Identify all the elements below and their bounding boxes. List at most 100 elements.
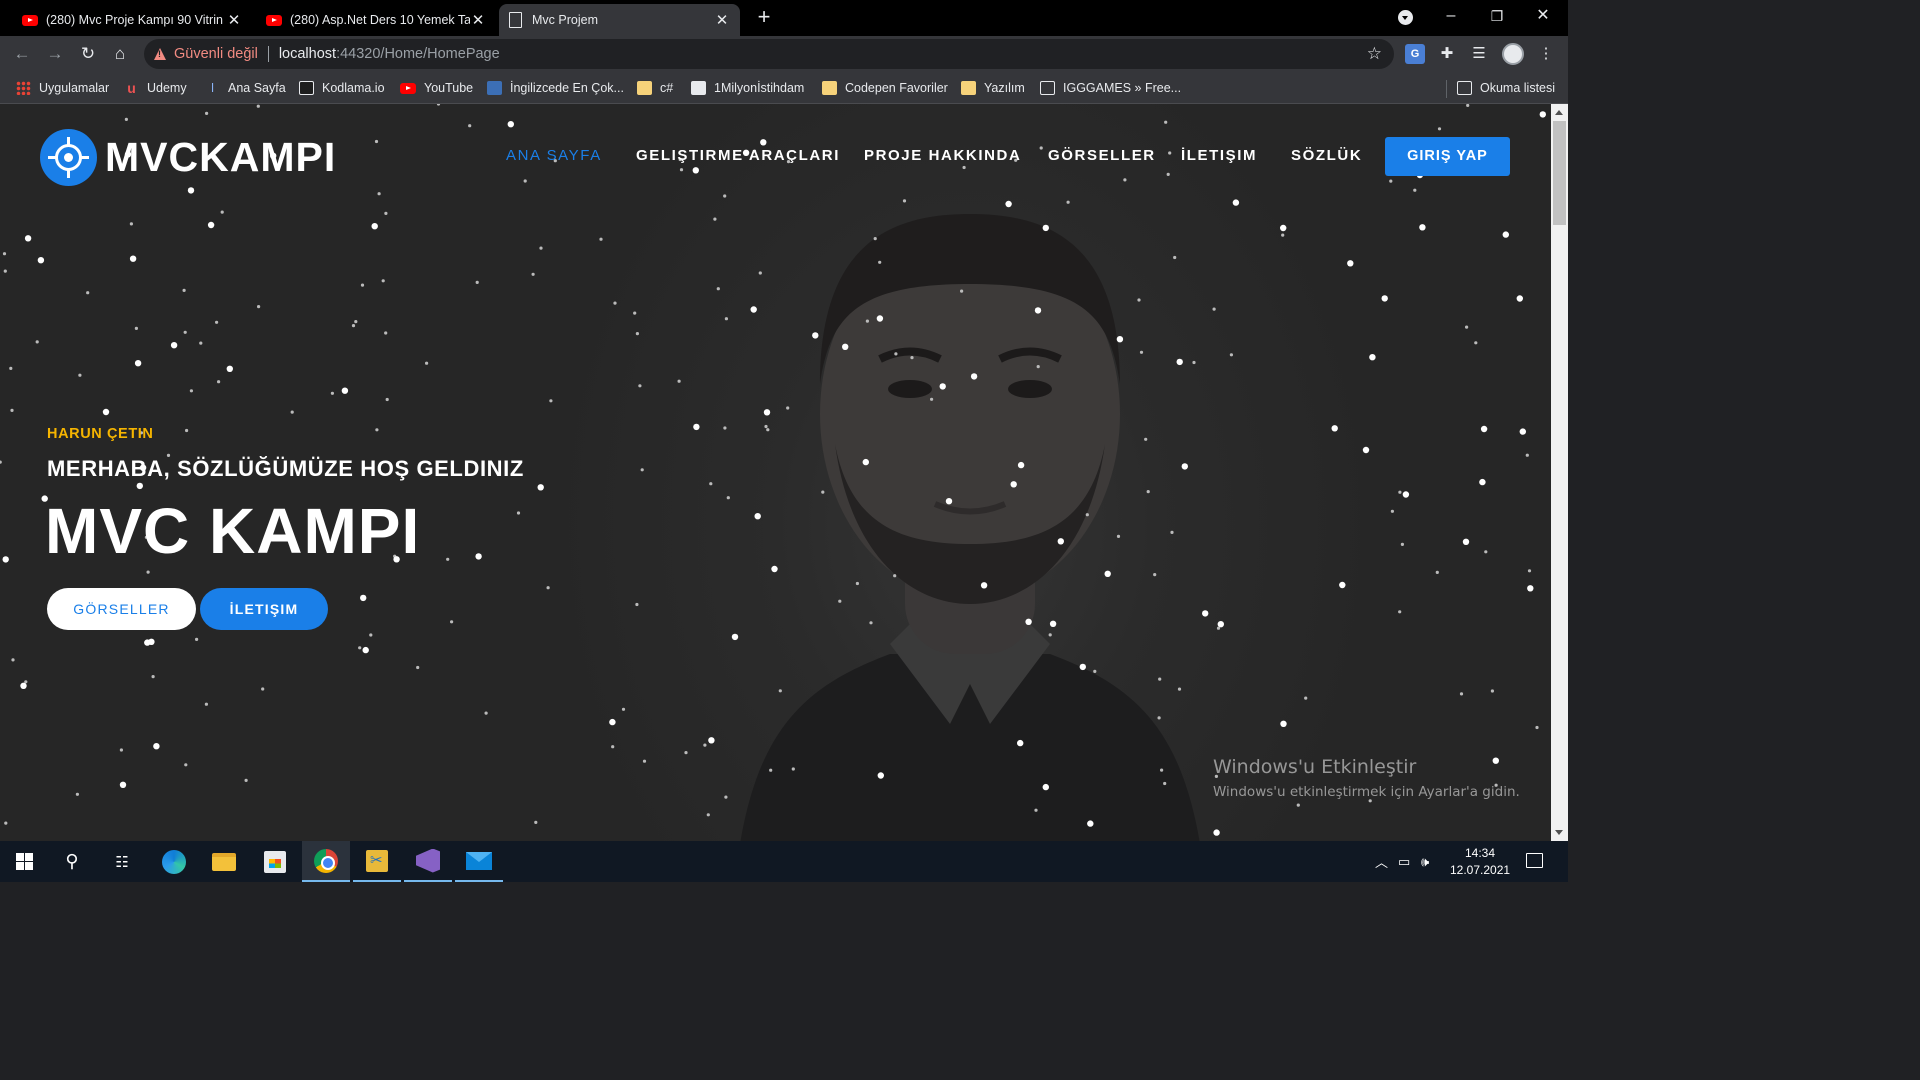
snowflake bbox=[4, 821, 8, 825]
udemy-icon: u bbox=[127, 80, 136, 96]
store-button[interactable] bbox=[251, 841, 299, 882]
browser-toolbar: ← → ↻ ⌂ Güvenli değil localhost:44320/Ho… bbox=[0, 36, 1568, 72]
scroll-down-icon[interactable] bbox=[1555, 830, 1563, 835]
page-scrollbar[interactable] bbox=[1551, 104, 1568, 841]
browser-tab[interactable]: (280) Mvc Proje Kampı 90 Vitrin 2 ✕ bbox=[12, 4, 252, 36]
back-arrow-icon[interactable]: ← bbox=[9, 41, 35, 67]
snowflake bbox=[371, 223, 378, 230]
snowflake bbox=[37, 257, 45, 264]
profile-avatar[interactable] bbox=[1502, 43, 1524, 65]
iletisim-button[interactable]: İLETIŞIM bbox=[200, 588, 328, 630]
mail-button[interactable] bbox=[455, 841, 503, 882]
system-clock[interactable]: 14:34 12.07.2021 bbox=[1450, 845, 1510, 879]
security-label[interactable]: Güvenli değil bbox=[174, 46, 258, 62]
close-tab-icon[interactable]: ✕ bbox=[470, 11, 486, 29]
tab-search-icon[interactable] bbox=[1398, 10, 1413, 25]
snowflake bbox=[1212, 307, 1216, 311]
nav-gelistirme-araclari[interactable]: GELIŞTIRME ARAÇLARI bbox=[636, 147, 840, 164]
snowflake bbox=[1484, 550, 1488, 554]
snowflake bbox=[436, 104, 441, 106]
snowflake bbox=[549, 399, 553, 403]
bookmark-igggames[interactable]: IGGGAMES » Free... bbox=[1040, 79, 1181, 97]
forward-arrow-icon[interactable]: → bbox=[42, 41, 68, 67]
address-bar[interactable]: Güvenli değil localhost:44320/Home/HomeP… bbox=[144, 39, 1394, 69]
nav-proje-hakkinda[interactable]: PROJE HAKKINDA bbox=[864, 147, 1021, 164]
snowflake bbox=[199, 341, 203, 345]
reload-icon[interactable]: ↻ bbox=[75, 41, 101, 67]
gorseller-button[interactable]: GÖRSELLER bbox=[47, 588, 196, 630]
reading-list-button[interactable]: Okuma listesi bbox=[1457, 79, 1555, 97]
snowflake bbox=[425, 361, 429, 365]
hero-title: MVC KAMPI bbox=[45, 495, 421, 567]
bookmark-folder-codepen[interactable]: Codepen Favoriler bbox=[822, 79, 948, 97]
nav-iletisim[interactable]: İLETIŞIM bbox=[1181, 147, 1257, 164]
browser-tab[interactable]: (280) Asp.Net Ders 10 Yemek Tari ✕ bbox=[256, 4, 496, 36]
battery-icon[interactable]: ▭ bbox=[1398, 841, 1410, 882]
search-button[interactable]: ⚲ bbox=[48, 841, 96, 882]
bookmark-folder-yazilim[interactable]: Yazılım bbox=[961, 79, 1025, 97]
snowflake bbox=[362, 646, 369, 654]
snowflake bbox=[129, 255, 137, 262]
show-hidden-icons[interactable]: ︿ bbox=[1375, 841, 1388, 882]
snowflake bbox=[1480, 425, 1488, 433]
bookmark-kodlama[interactable]: Kodlama.io bbox=[299, 79, 385, 97]
visual-studio-button[interactable] bbox=[404, 841, 452, 882]
bookmark-1milyon[interactable]: 1Milyonİstihdam bbox=[691, 79, 804, 97]
nav-gorseller[interactable]: GÖRSELLER bbox=[1048, 147, 1156, 164]
snowflake bbox=[611, 745, 615, 749]
close-tab-icon[interactable]: ✕ bbox=[714, 11, 730, 29]
snowflake bbox=[1116, 336, 1124, 343]
restore-button[interactable]: ❐ bbox=[1474, 0, 1520, 32]
close-tab-icon[interactable]: ✕ bbox=[226, 11, 242, 29]
bookmark-ingilizce[interactable]: İngilizcede En Çok... bbox=[487, 79, 624, 97]
snowflake bbox=[1163, 781, 1167, 786]
tab-strip: (280) Mvc Proje Kampı 90 Vitrin 2 ✕ (280… bbox=[0, 0, 1568, 36]
scrollbar-thumb[interactable] bbox=[1553, 121, 1566, 225]
snowflake bbox=[189, 389, 193, 393]
bookmark-udemy[interactable]: u Udemy bbox=[124, 79, 186, 97]
media-control-icon[interactable]: ☰ bbox=[1469, 44, 1489, 64]
nav-ana-sayfa[interactable]: ANA SAYFA bbox=[506, 147, 602, 164]
close-window-button[interactable]: ✕ bbox=[1520, 0, 1566, 32]
translate-icon[interactable]: G bbox=[1405, 44, 1425, 64]
chrome-button[interactable] bbox=[302, 841, 350, 882]
file-explorer-button[interactable] bbox=[200, 841, 248, 882]
bookmark-star-icon[interactable]: ☆ bbox=[1367, 44, 1382, 64]
snowflake bbox=[713, 217, 717, 221]
new-tab-button[interactable]: + bbox=[752, 6, 776, 30]
snowflake bbox=[1166, 172, 1170, 176]
bookmark-apps[interactable]: Uygulamalar bbox=[16, 79, 109, 97]
crosshair-icon bbox=[40, 128, 97, 186]
book-icon bbox=[487, 81, 502, 95]
bookmark-youtube[interactable]: YouTube bbox=[400, 79, 473, 97]
nav-sozluk[interactable]: SÖZLÜK bbox=[1291, 147, 1362, 164]
snowflake bbox=[1539, 111, 1547, 118]
snowflake bbox=[778, 689, 782, 693]
browser-tab-active[interactable]: Mvc Projem ✕ bbox=[499, 4, 740, 36]
snowflake bbox=[1519, 428, 1527, 435]
extensions-icon[interactable]: ✚ bbox=[1437, 44, 1457, 64]
snowflake bbox=[20, 682, 27, 689]
snowflake bbox=[873, 237, 877, 241]
notification-center-icon[interactable] bbox=[1526, 853, 1543, 868]
start-button[interactable] bbox=[0, 841, 48, 882]
snowflake bbox=[1048, 633, 1052, 637]
bookmark-folder-csharp[interactable]: c# bbox=[637, 79, 673, 97]
task-view-button[interactable]: ☷ bbox=[98, 841, 146, 882]
snowflake bbox=[207, 221, 215, 229]
store-icon bbox=[264, 850, 286, 873]
search-icon: ⚲ bbox=[65, 851, 79, 871]
bookmark-ana-sayfa[interactable]: ⅼ Ana Sayfa bbox=[205, 79, 286, 97]
snowflake bbox=[35, 340, 39, 344]
snipping-tool-button[interactable] bbox=[353, 841, 401, 882]
snowflake bbox=[1281, 233, 1285, 237]
login-button[interactable]: GIRIŞ YAP bbox=[1385, 137, 1510, 176]
minimize-button[interactable]: – bbox=[1428, 0, 1474, 32]
site-logo[interactable]: MVCKAMPI bbox=[40, 128, 336, 186]
edge-button[interactable] bbox=[150, 841, 198, 882]
volume-icon[interactable]: 🕪 bbox=[1421, 841, 1429, 882]
menu-kebab-icon[interactable]: ⋮ bbox=[1536, 44, 1556, 64]
scroll-up-icon[interactable] bbox=[1555, 110, 1563, 115]
snowflake bbox=[102, 408, 110, 416]
home-icon[interactable]: ⌂ bbox=[107, 41, 133, 67]
